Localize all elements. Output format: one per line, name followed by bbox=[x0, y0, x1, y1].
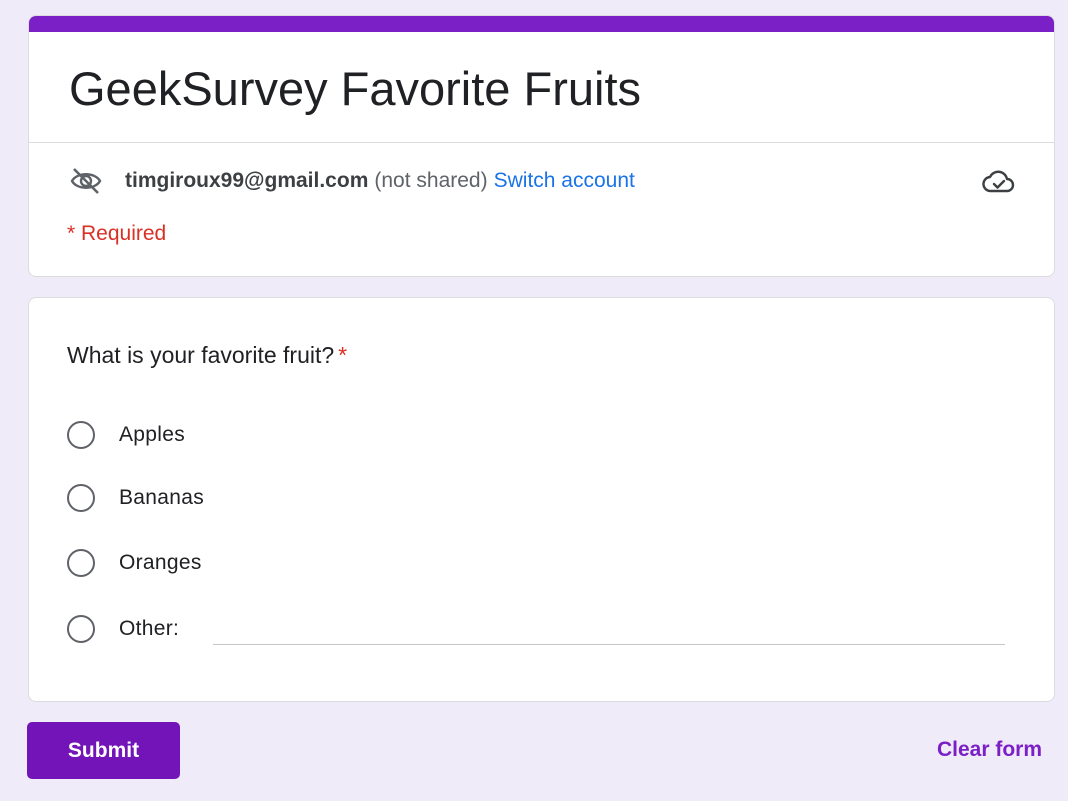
radio-button[interactable] bbox=[67, 484, 95, 512]
radio-button[interactable] bbox=[67, 615, 95, 643]
required-asterisk: * bbox=[338, 342, 348, 368]
account-email: timgiroux99@gmail.com bbox=[125, 169, 369, 192]
switch-account-link[interactable]: Switch account bbox=[494, 169, 635, 193]
option-label: Oranges bbox=[119, 551, 202, 574]
option-label: Other: bbox=[119, 617, 180, 640]
other-text-input[interactable] bbox=[213, 620, 1005, 645]
option-oranges[interactable]: Oranges bbox=[67, 546, 202, 580]
question-title: What is your favorite fruit? * bbox=[67, 342, 347, 369]
submit-button[interactable]: Submit bbox=[27, 722, 180, 779]
option-other[interactable]: Other: bbox=[67, 612, 179, 646]
question-text: What is your favorite fruit? bbox=[67, 342, 335, 368]
header-divider bbox=[29, 142, 1054, 143]
option-bananas[interactable]: Bananas bbox=[67, 481, 204, 515]
option-label: Apples bbox=[119, 423, 186, 446]
form-title: GeekSurvey Favorite Fruits bbox=[69, 62, 642, 115]
clear-form-button[interactable]: Clear form bbox=[937, 738, 1042, 762]
cloud-check-icon bbox=[982, 168, 1016, 196]
radio-button[interactable] bbox=[67, 549, 95, 577]
not-shared-note: (not shared) bbox=[374, 169, 488, 192]
option-apples[interactable]: Apples bbox=[67, 418, 185, 452]
eye-off-icon bbox=[69, 166, 103, 196]
option-label: Bananas bbox=[119, 486, 205, 509]
account-row: timgiroux99@gmail.com (not shared) Switc… bbox=[69, 166, 635, 196]
form-accent-bar bbox=[29, 16, 1054, 32]
question-card: What is your favorite fruit? * Apples Ban… bbox=[28, 297, 1055, 702]
form-header-card: GeekSurvey Favorite Fruits timgiroux99@g… bbox=[28, 15, 1055, 277]
radio-button[interactable] bbox=[67, 421, 95, 449]
required-note: * Required bbox=[67, 222, 167, 245]
